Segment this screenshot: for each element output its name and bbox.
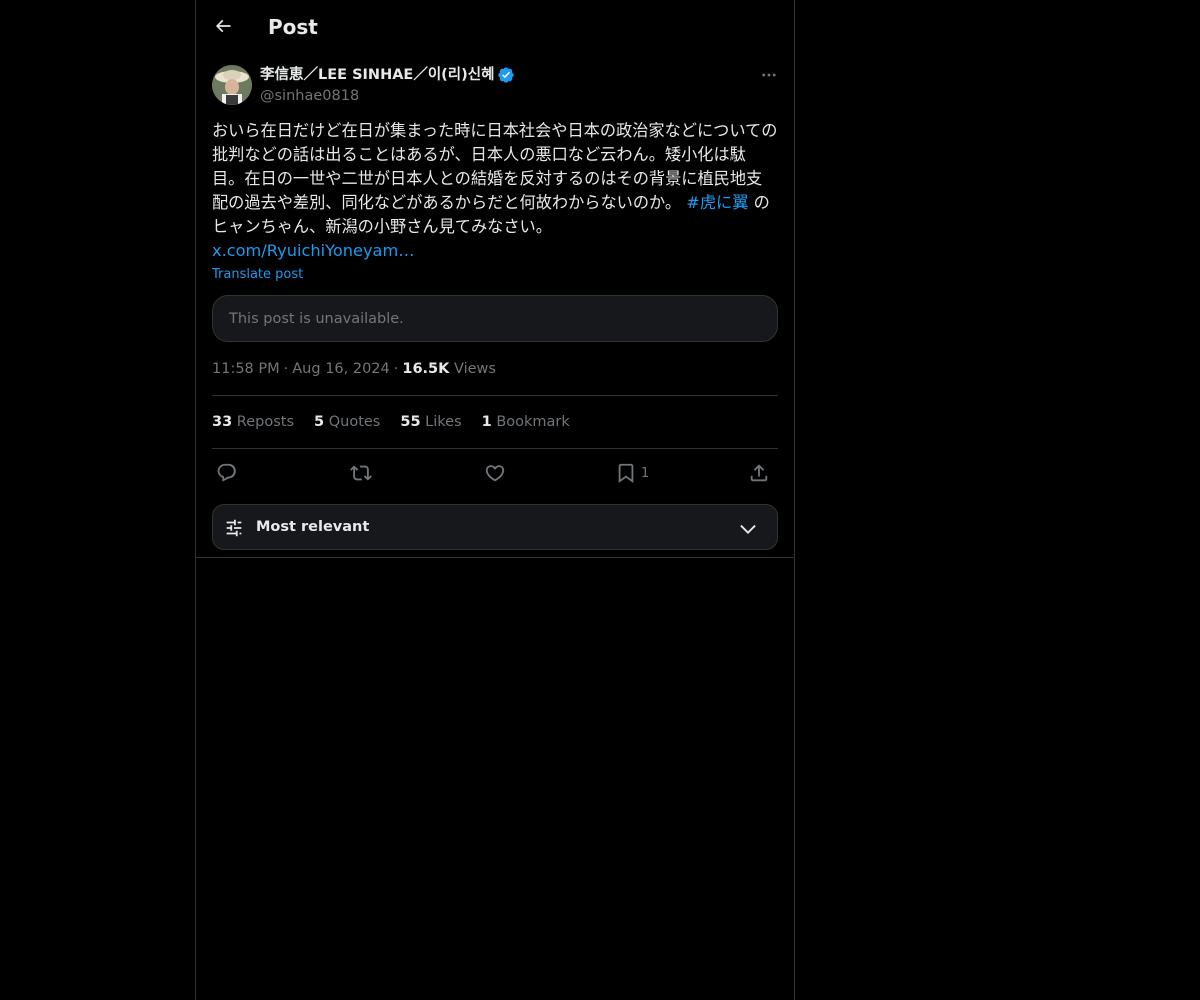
- like-button[interactable]: [484, 459, 506, 487]
- repost-button[interactable]: [350, 459, 372, 487]
- reposts-stat[interactable]: 33 Reposts: [212, 412, 294, 432]
- divider: [212, 395, 778, 396]
- bookmark-count: 1: [641, 465, 650, 481]
- replies-sort-dropdown[interactable]: Most relevant: [212, 504, 778, 550]
- likes-label: Likes: [425, 414, 462, 430]
- more-horizontal-icon: [762, 73, 776, 77]
- separator-dot: ·: [283, 361, 289, 377]
- post-time[interactable]: 11:58 PM: [212, 361, 280, 377]
- sort-label: Most relevant: [256, 519, 370, 535]
- post-text: おいら在日だけど在日が集まった時に日本社会や日本の政治家などについての批判などの…: [212, 119, 778, 263]
- separator-dot: ·: [393, 361, 399, 377]
- arrow-left-icon: [215, 19, 231, 33]
- back-button[interactable]: [206, 9, 240, 43]
- bookmarks-count: 1: [481, 414, 492, 430]
- post-meta: 11:58 PM · Aug 16, 2024 · 16.5K Views: [212, 359, 496, 379]
- quotes-label: Quotes: [328, 414, 381, 430]
- author-name[interactable]: 李信恵／LEE SINHAE／이(리)신혜: [260, 65, 515, 85]
- author-name-text: 李信恵／LEE SINHAE／이(리)신혜: [260, 67, 495, 83]
- page-title: Post: [268, 15, 318, 39]
- bookmark-icon: [618, 463, 634, 484]
- likes-stat[interactable]: 55 Likes: [400, 412, 461, 432]
- page-header: Post: [196, 0, 794, 54]
- bookmark-button[interactable]: 1: [615, 459, 649, 487]
- quotes-count: 5: [314, 414, 325, 430]
- reposts-count: 33: [212, 414, 233, 430]
- views-count: 16.5K: [402, 361, 450, 377]
- bookmarks-stat[interactable]: 1 Bookmark: [482, 412, 570, 432]
- heart-icon: [485, 465, 505, 482]
- action-bar: 1: [212, 459, 778, 487]
- author-handle[interactable]: @sinhae0818: [260, 86, 359, 106]
- engagement-stats: 33 Reposts 5 Quotes 55 Likes 1 Bookmark: [212, 412, 570, 432]
- quoted-post-card: This post is unavailable.: [212, 295, 778, 342]
- more-button[interactable]: [756, 64, 782, 86]
- views-label: Views: [454, 361, 496, 377]
- reposts-label: Reposts: [236, 414, 295, 430]
- external-link[interactable]: x.com/RyuichiYoneyam…: [212, 241, 414, 260]
- reply-button[interactable]: [216, 459, 238, 487]
- quoted-post-unavailable-text: This post is unavailable.: [229, 311, 404, 327]
- repost-icon: [350, 465, 372, 481]
- verified-badge-icon[interactable]: [497, 66, 515, 84]
- post-date[interactable]: Aug 16, 2024: [292, 361, 390, 377]
- share-button[interactable]: [748, 459, 770, 487]
- bookmarks-label: Bookmark: [496, 414, 570, 430]
- quotes-stat[interactable]: 5 Quotes: [314, 412, 380, 432]
- avatar[interactable]: [212, 65, 252, 105]
- share-icon: [750, 464, 768, 482]
- reply-icon: [217, 463, 236, 482]
- translate-post-link[interactable]: Translate post: [212, 266, 303, 284]
- divider: [196, 557, 794, 558]
- divider: [212, 448, 778, 449]
- likes-count: 55: [400, 414, 421, 430]
- chevron-down-icon: [740, 524, 756, 534]
- main-column: Post 李信恵／LEE SINHAE／이(리)신혜 @sinhae0818 お…: [195, 0, 795, 1000]
- hashtag-link[interactable]: #虎に翼: [686, 193, 748, 212]
- sliders-icon: [226, 519, 242, 537]
